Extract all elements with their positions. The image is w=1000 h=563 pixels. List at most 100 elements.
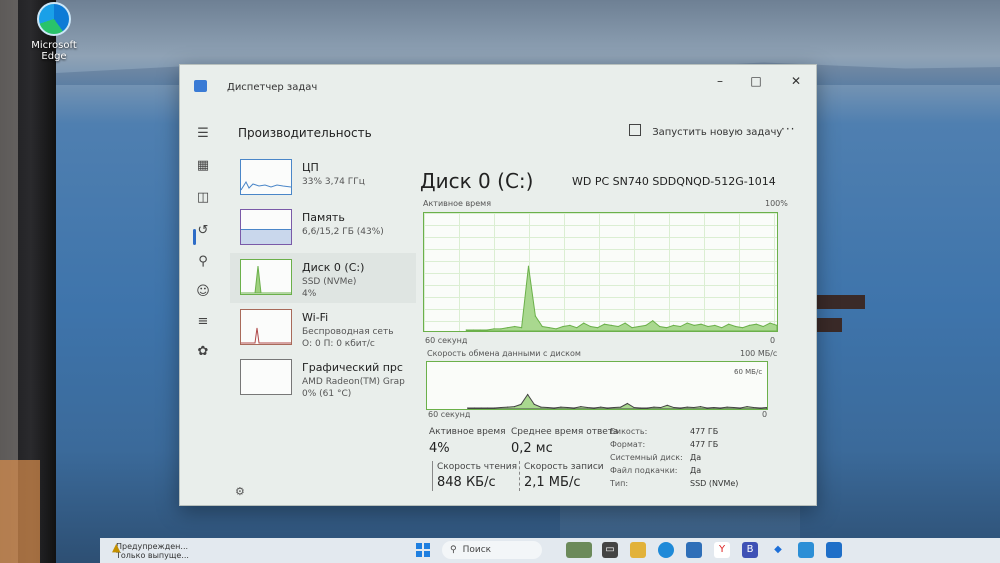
- cpu-thumbnail: [240, 159, 292, 195]
- task-view-icon[interactable]: ▭: [602, 542, 618, 558]
- data-point: [493, 407, 495, 409]
- details-icon[interactable]: ≡: [194, 313, 212, 331]
- perf-item-gpu[interactable]: Графический прс AMD Radeon(TM) Grap 0% (…: [230, 353, 416, 403]
- graph2-time-label: 60 секунд: [428, 410, 471, 419]
- taskbar: ▲ Предупрежден... Только выпуще... ⚲ Поис…: [100, 538, 1000, 563]
- file-explorer-icon[interactable]: [630, 542, 646, 558]
- perf-item-wifi[interactable]: Wi-Fi Беспроводная сеть О: 0 П: 0 кбит/с: [230, 303, 416, 353]
- task-manager-taskbar-icon[interactable]: [826, 542, 842, 558]
- new-task-icon: [629, 124, 641, 136]
- data-point: [653, 406, 655, 408]
- dropbox-icon[interactable]: ◆: [770, 542, 786, 558]
- services-icon[interactable]: ✿: [194, 343, 212, 361]
- store-icon[interactable]: [686, 542, 702, 558]
- perf-item-sub: SSD (NVMe): [302, 277, 357, 287]
- perf-item-label: ЦП: [302, 161, 319, 174]
- data-point: [753, 406, 755, 409]
- data-point: [646, 407, 648, 409]
- data-point: [734, 325, 737, 328]
- perf-item-label: Память: [302, 211, 345, 224]
- transfer-graph: 60 МБ/с: [426, 361, 768, 410]
- data-point: [580, 406, 582, 408]
- data-point: [573, 407, 575, 409]
- data-point: [631, 327, 633, 329]
- perf-item-sub: 6,6/15,2 ГБ (43%): [302, 227, 384, 237]
- data-point: [548, 327, 550, 329]
- widgets-icon[interactable]: [566, 542, 592, 558]
- data-point: [593, 407, 595, 409]
- series-area: [467, 393, 768, 410]
- perf-item-sub: AMD Radeon(TM) Grap: [302, 377, 405, 387]
- transfer-graph-label: Скорость обмена данными с диском: [427, 349, 581, 358]
- taskbar-notification[interactable]: ▲ Предупрежден... Только выпуще...: [112, 542, 189, 560]
- edge-taskbar-icon[interactable]: [658, 542, 674, 558]
- data-point: [566, 406, 569, 409]
- bitwarden-icon[interactable]: B: [742, 542, 758, 558]
- minimize-button[interactable]: –: [705, 71, 735, 91]
- start-button[interactable]: [416, 543, 430, 557]
- task-manager-window: Диспетчер задач – □ ✕ ☰ ▦ ◫ ↺ ⚲ ☺ ≡ ✿ ⚙ …: [179, 64, 817, 506]
- data-point: [500, 406, 502, 409]
- history-icon[interactable]: ↺: [194, 222, 212, 240]
- close-button[interactable]: ✕: [781, 71, 811, 91]
- response-time-value: 0,2 мс: [511, 441, 553, 456]
- data-point: [714, 324, 716, 326]
- data-point: [553, 407, 555, 409]
- notification-line1: Предупрежден...: [116, 542, 189, 551]
- transfer-max: 100 МБ/с: [740, 349, 778, 358]
- perf-item-cpu[interactable]: ЦП 33% 3,74 ГГц: [230, 153, 416, 203]
- data-point: [739, 407, 742, 409]
- gpu-thumbnail: [240, 359, 292, 395]
- new-task-button[interactable]: Запустить новую задачу: [629, 124, 782, 138]
- performance-icon[interactable]: ◫: [194, 189, 212, 207]
- perf-item-sub: Беспроводная сеть: [302, 327, 394, 337]
- perf-item-label: Графический прс: [302, 361, 403, 374]
- data-point: [733, 406, 735, 409]
- data-point: [467, 407, 469, 409]
- prop-value: 477 ГБ: [690, 440, 719, 449]
- perf-item-disk[interactable]: Диск 0 (C:) SSD (NVMe) 4%: [230, 253, 416, 303]
- more-options-button[interactable]: ···: [781, 122, 795, 136]
- active-time-max: 100%: [765, 199, 788, 208]
- yandex-icon[interactable]: Y: [714, 542, 730, 558]
- graph1-time-label: 60 секунд: [425, 336, 468, 345]
- prop-key: Формат:: [610, 440, 646, 449]
- data-point: [507, 327, 509, 329]
- active-time-value: 4%: [429, 441, 450, 456]
- data-point: [741, 327, 744, 329]
- taskbar-search[interactable]: ⚲ Поиск: [442, 541, 542, 559]
- search-icon: ⚲: [450, 545, 457, 555]
- app-icon[interactable]: [798, 542, 814, 558]
- disk-thumbnail: [240, 259, 292, 295]
- data-point: [513, 406, 515, 408]
- maximize-button[interactable]: □: [741, 71, 771, 91]
- data-point: [590, 325, 592, 328]
- data-point: [606, 407, 609, 409]
- graph1-zero-label: 0: [770, 336, 776, 345]
- desktop-icon-edge[interactable]: Microsoft Edge: [26, 0, 82, 62]
- startup-icon[interactable]: ⚲: [194, 253, 212, 271]
- users-icon[interactable]: ☺: [194, 283, 212, 301]
- wifi-sparkline: [241, 327, 291, 344]
- data-point: [686, 322, 688, 324]
- warning-icon: ▲: [112, 541, 121, 554]
- data-point: [569, 324, 571, 326]
- menu-icon[interactable]: ☰: [194, 125, 212, 143]
- data-point: [617, 325, 619, 328]
- data-point: [472, 329, 474, 331]
- processes-icon[interactable]: ▦: [194, 157, 212, 175]
- data-point: [514, 325, 516, 328]
- response-time-label: Среднее время ответа: [511, 427, 619, 437]
- prop-key: Системный диск:: [610, 453, 683, 462]
- data-point: [520, 327, 523, 329]
- data-point: [527, 265, 530, 267]
- data-point: [520, 403, 522, 405]
- data-point: [721, 327, 723, 329]
- data-point: [666, 404, 668, 406]
- transfer-mid-label: 60 МБ/с: [734, 368, 763, 376]
- perf-item-memory[interactable]: Память 6,6/15,2 ГБ (43%): [230, 203, 416, 253]
- active-time-chart: [465, 265, 778, 332]
- settings-icon[interactable]: ⚙: [235, 485, 245, 498]
- data-point: [665, 327, 668, 329]
- write-divider: [519, 461, 521, 491]
